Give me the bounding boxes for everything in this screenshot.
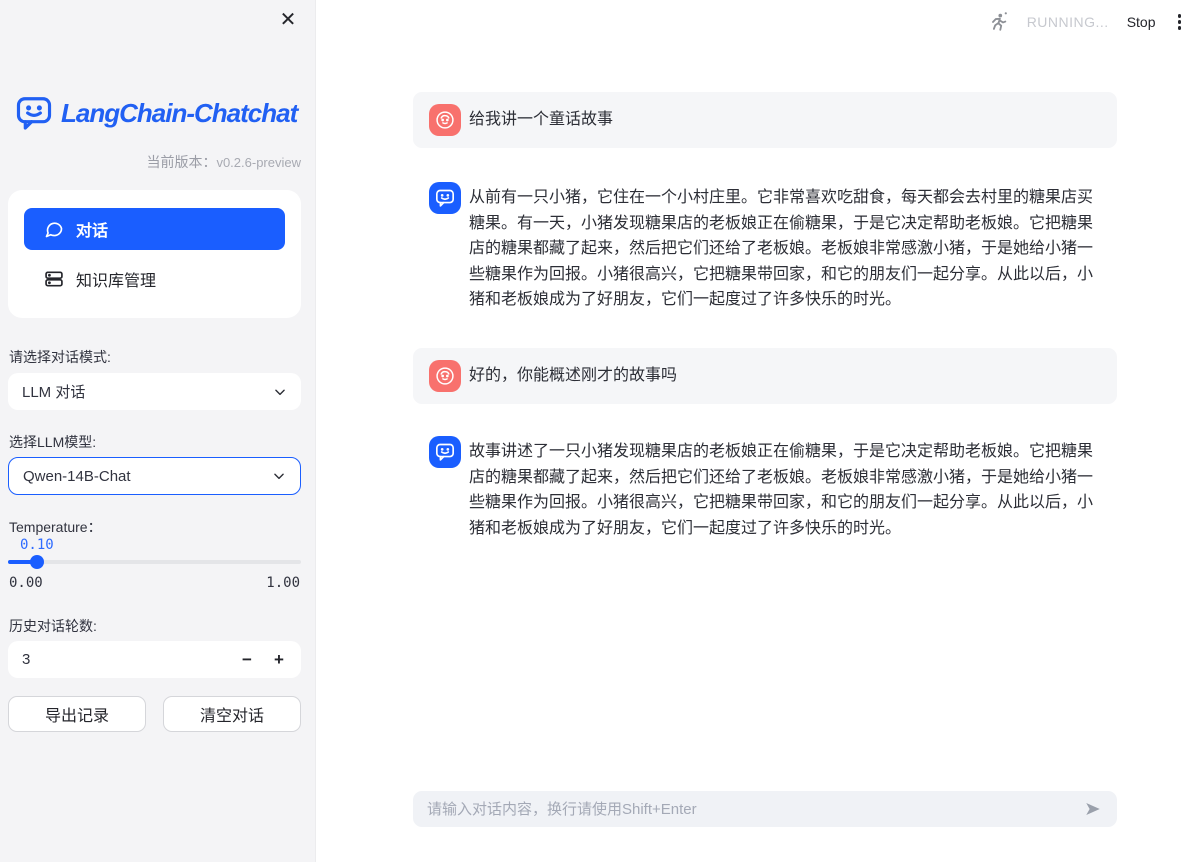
nav-item-label: 知识库管理 xyxy=(76,267,156,291)
dialog-mode-select[interactable]: LLM 对话 xyxy=(8,373,301,410)
history-rounds-label: 历史对话轮数: xyxy=(9,616,97,636)
user-avatar-icon xyxy=(429,360,461,392)
kebab-menu-icon[interactable] xyxy=(1174,10,1186,34)
runner-icon xyxy=(987,11,1009,33)
assistant-message: 故事讲述了一只小猪发现糖果店的老板娘正在偷糖果，于是它决定帮助老板娘。它把糖果店… xyxy=(413,430,1117,541)
status-text: RUNNING... xyxy=(1027,14,1109,30)
slider-max-label: 1.00 xyxy=(266,575,300,591)
message-text: 从前有一只小猪，它住在一个小村庄里。它非常喜欢吃甜食，每天都会去村里的糖果店买糖… xyxy=(469,182,1101,313)
assistant-message: 从前有一只小猪，它住在一个小村庄里。它非常喜欢吃甜食，每天都会去村里的糖果店买糖… xyxy=(413,176,1117,313)
stop-button[interactable]: Stop xyxy=(1127,14,1156,30)
send-icon[interactable] xyxy=(1081,797,1105,821)
llm-model-label: 选择LLM模型: xyxy=(9,432,96,452)
chevron-down-icon xyxy=(272,469,286,483)
temperature-slider[interactable] xyxy=(8,555,301,569)
user-message: 好的，你能概述刚才的故事吗 xyxy=(413,348,1117,404)
sidebar: ✕ LangChain-Chatchat 当前版本：v0.2.6-preview… xyxy=(0,0,316,862)
temperature-label: Temperature： xyxy=(9,517,102,537)
assistant-avatar-icon xyxy=(429,436,461,468)
slider-track[interactable] xyxy=(8,560,301,564)
user-message: 给我讲一个童话故事 xyxy=(413,92,1117,148)
chat-input[interactable] xyxy=(427,801,1081,818)
nav-item-label: 对话 xyxy=(76,217,108,241)
chat-bubble-icon xyxy=(44,219,64,239)
message-text: 故事讲述了一只小猪发现糖果店的老板娘正在偷糖果，于是它决定帮助老板娘。它把糖果店… xyxy=(469,436,1101,541)
llm-model-value: Qwen-14B-Chat xyxy=(23,468,131,485)
history-rounds-value: 3 xyxy=(22,651,231,668)
dialog-mode-label: 请选择对话模式: xyxy=(9,347,111,367)
version-value: v0.2.6-preview xyxy=(216,155,301,170)
temperature-value: 0.10 xyxy=(20,537,54,553)
slider-thumb[interactable] xyxy=(30,555,44,569)
llm-model-select[interactable]: Qwen-14B-Chat xyxy=(8,457,301,495)
decrement-button[interactable]: − xyxy=(231,645,263,675)
dialog-mode-value: LLM 对话 xyxy=(22,381,85,402)
history-rounds-input[interactable]: 3 − + xyxy=(8,641,301,678)
chevron-down-icon xyxy=(273,385,287,399)
message-text: 给我讲一个童话故事 xyxy=(469,107,613,133)
nav-item-knowledge-base[interactable]: 知识库管理 xyxy=(24,258,285,300)
nav-item-dialogue[interactable]: 对话 xyxy=(24,208,285,250)
app-logo: LangChain-Chatchat xyxy=(15,94,297,132)
message-text: 好的，你能概述刚才的故事吗 xyxy=(469,363,677,389)
app-header: RUNNING... Stop xyxy=(987,6,1185,38)
sidebar-close-icon[interactable]: ✕ xyxy=(274,5,302,33)
app-title: LangChain-Chatchat xyxy=(61,98,297,129)
clear-dialog-button[interactable]: 清空对话 xyxy=(163,696,301,732)
slider-min-label: 0.00 xyxy=(9,575,43,591)
version-label: 当前版本： xyxy=(146,154,216,170)
chat-bubble-smiley-icon xyxy=(15,94,53,132)
version-info: 当前版本：v0.2.6-preview xyxy=(0,152,301,172)
server-stack-icon xyxy=(44,269,64,289)
export-history-button[interactable]: 导出记录 xyxy=(8,696,146,732)
nav-card: 对话 知识库管理 xyxy=(8,190,301,318)
assistant-avatar-icon xyxy=(429,182,461,214)
user-avatar-icon xyxy=(429,104,461,136)
increment-button[interactable]: + xyxy=(263,645,295,675)
chat-input-container xyxy=(413,791,1117,827)
